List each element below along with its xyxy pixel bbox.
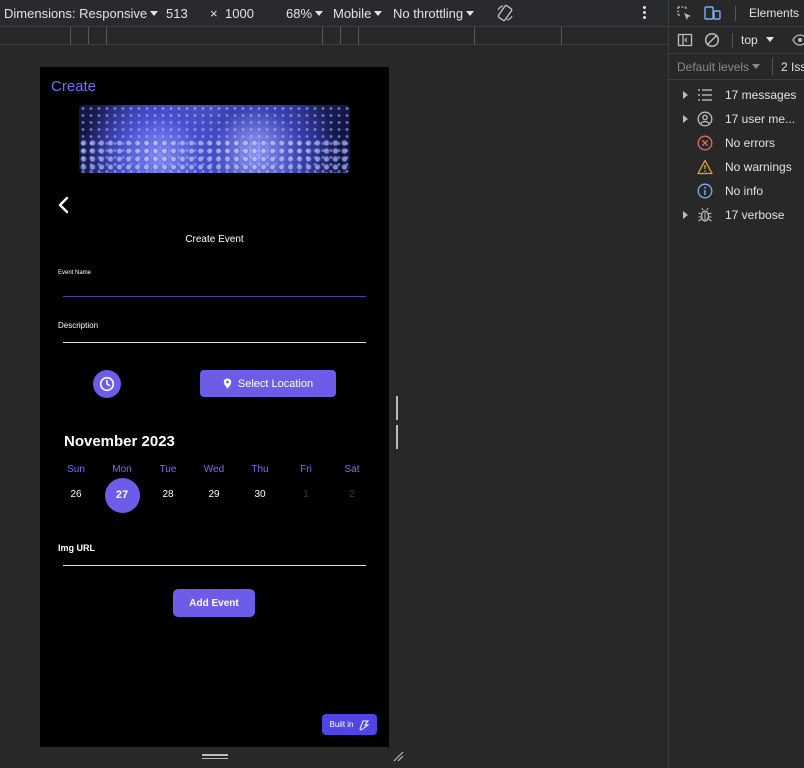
context-label: top bbox=[741, 33, 758, 47]
weekday-sun: Sun bbox=[67, 464, 85, 475]
sidebar-item-user-messages[interactable]: 17 user me... bbox=[669, 107, 804, 131]
sidebar-item-errors[interactable]: No errors bbox=[669, 131, 804, 155]
device-mode-dropdown[interactable]: Mobile bbox=[333, 6, 383, 21]
clear-console-icon[interactable] bbox=[704, 32, 720, 48]
sidebar-item-warnings[interactable]: No warnings bbox=[669, 155, 804, 179]
media-query-ruler bbox=[0, 27, 668, 45]
weekday-fri: Fri bbox=[300, 464, 312, 475]
time-picker-button[interactable] bbox=[93, 370, 121, 398]
calendar-day[interactable]: 1 bbox=[288, 485, 324, 505]
screen-title: Create Event bbox=[185, 234, 244, 245]
caret-down-icon bbox=[765, 37, 774, 42]
sidebar-toggle-icon[interactable] bbox=[677, 32, 693, 48]
built-in-label: Built in bbox=[329, 720, 354, 729]
errors-label: No errors bbox=[725, 136, 776, 150]
resize-handle-vertical[interactable] bbox=[396, 396, 402, 449]
user-messages-label: 17 user me... bbox=[725, 112, 796, 126]
back-arrow-icon[interactable] bbox=[56, 195, 72, 215]
resize-corner-icon[interactable] bbox=[392, 750, 404, 762]
width-input[interactable]: 513 bbox=[166, 6, 188, 21]
devtools-tabbar: Elements bbox=[669, 0, 804, 27]
weekday-tue: Tue bbox=[159, 464, 177, 475]
log-levels-dropdown[interactable]: Default levels bbox=[677, 60, 761, 74]
select-location-button[interactable]: Select Location bbox=[200, 370, 336, 397]
issues-counter[interactable]: 2 Iss bbox=[781, 60, 804, 74]
expand-arrow-icon bbox=[683, 115, 688, 123]
calendar-day[interactable]: 26 bbox=[58, 485, 94, 505]
messages-count-label: 17 messages bbox=[725, 88, 797, 102]
expand-arrow-icon bbox=[683, 211, 688, 219]
dimensions-dropdown[interactable]: Dimensions: Responsive bbox=[4, 6, 159, 21]
clock-icon bbox=[99, 376, 115, 392]
resize-handle-horizontal[interactable] bbox=[202, 754, 228, 760]
sidebar-item-info[interactable]: No info bbox=[669, 179, 804, 203]
height-input[interactable]: 1000 bbox=[225, 6, 254, 21]
calendar-day[interactable]: 28 bbox=[150, 485, 186, 505]
calendar-month: November 2023 bbox=[64, 433, 175, 450]
user-icon bbox=[697, 111, 713, 127]
dimensions-label: Dimensions: Responsive bbox=[4, 6, 148, 21]
devtools-window: Dimensions: Responsive 513 × 1000 68% Mo… bbox=[0, 0, 804, 768]
throttling-label: No throttling bbox=[393, 6, 464, 21]
caret-down-icon bbox=[752, 64, 761, 69]
img-url-input[interactable] bbox=[63, 565, 366, 566]
error-icon bbox=[697, 135, 713, 151]
calendar-day[interactable]: 30 bbox=[242, 485, 278, 505]
device-toolbar: Dimensions: Responsive 513 × 1000 68% Mo… bbox=[0, 0, 668, 27]
list-icon bbox=[698, 89, 712, 101]
select-location-label: Select Location bbox=[237, 377, 314, 390]
warnings-label: No warnings bbox=[725, 160, 792, 174]
calendar-day[interactable]: 2 bbox=[334, 485, 370, 505]
caret-down-icon bbox=[315, 11, 324, 16]
calendar-day-selected[interactable]: 27 bbox=[104, 478, 140, 513]
caret-down-icon bbox=[466, 11, 475, 16]
add-event-button[interactable]: Add Event bbox=[173, 589, 255, 617]
sidebar-item-messages[interactable]: 17 messages bbox=[669, 83, 804, 107]
device-viewport: Create Create Event Event Name Descripti… bbox=[40, 67, 389, 747]
devtools-panel: Elements top Default levels 2 Iss 17 mes… bbox=[668, 0, 804, 768]
weekday-wed: Wed bbox=[203, 464, 225, 475]
img-url-label: Img URL bbox=[58, 543, 95, 553]
info-icon bbox=[697, 183, 713, 199]
weekday-mon: Mon bbox=[112, 464, 132, 475]
calendar-day[interactable]: 29 bbox=[196, 485, 232, 505]
device-mode-label: Mobile bbox=[333, 6, 372, 21]
event-name-input[interactable] bbox=[63, 296, 366, 297]
context-dropdown[interactable]: top bbox=[741, 33, 774, 47]
log-levels-label: Default levels bbox=[677, 60, 750, 74]
description-input[interactable] bbox=[63, 342, 366, 343]
console-filter-bar: Default levels 2 Iss bbox=[669, 54, 804, 80]
expand-arrow-icon bbox=[683, 91, 688, 99]
sidebar-item-verbose[interactable]: 17 verbose bbox=[669, 203, 804, 227]
device-toggle-icon[interactable] bbox=[704, 5, 722, 21]
throttling-dropdown[interactable]: No throttling bbox=[393, 6, 475, 21]
event-name-label: Event Name bbox=[58, 270, 92, 276]
warning-icon bbox=[697, 159, 713, 175]
location-pin-icon bbox=[223, 378, 232, 389]
event-banner-image bbox=[79, 105, 350, 173]
more-options-icon[interactable] bbox=[641, 5, 647, 21]
caret-down-icon bbox=[150, 11, 159, 16]
bug-icon bbox=[698, 207, 712, 222]
built-in-badge[interactable]: Built in bbox=[322, 714, 377, 735]
rotate-icon[interactable] bbox=[496, 4, 514, 22]
tab-elements[interactable]: Elements bbox=[749, 6, 799, 20]
weekday-thu: Thu bbox=[251, 464, 269, 475]
verbose-label: 17 verbose bbox=[725, 208, 785, 222]
console-toolbar: top bbox=[669, 27, 804, 54]
zoom-dropdown[interactable]: 68% bbox=[286, 6, 324, 21]
zoom-label: 68% bbox=[286, 6, 313, 21]
caret-down-icon bbox=[374, 11, 383, 16]
inspect-element-icon[interactable] bbox=[677, 6, 693, 22]
app-title[interactable]: Create bbox=[51, 78, 96, 95]
builder-logo-icon bbox=[358, 720, 370, 731]
info-label: No info bbox=[725, 184, 764, 198]
weekday-sat: Sat bbox=[344, 464, 360, 475]
eye-icon[interactable] bbox=[792, 34, 804, 46]
description-label: Description bbox=[58, 321, 99, 330]
times-sign: × bbox=[210, 6, 218, 21]
